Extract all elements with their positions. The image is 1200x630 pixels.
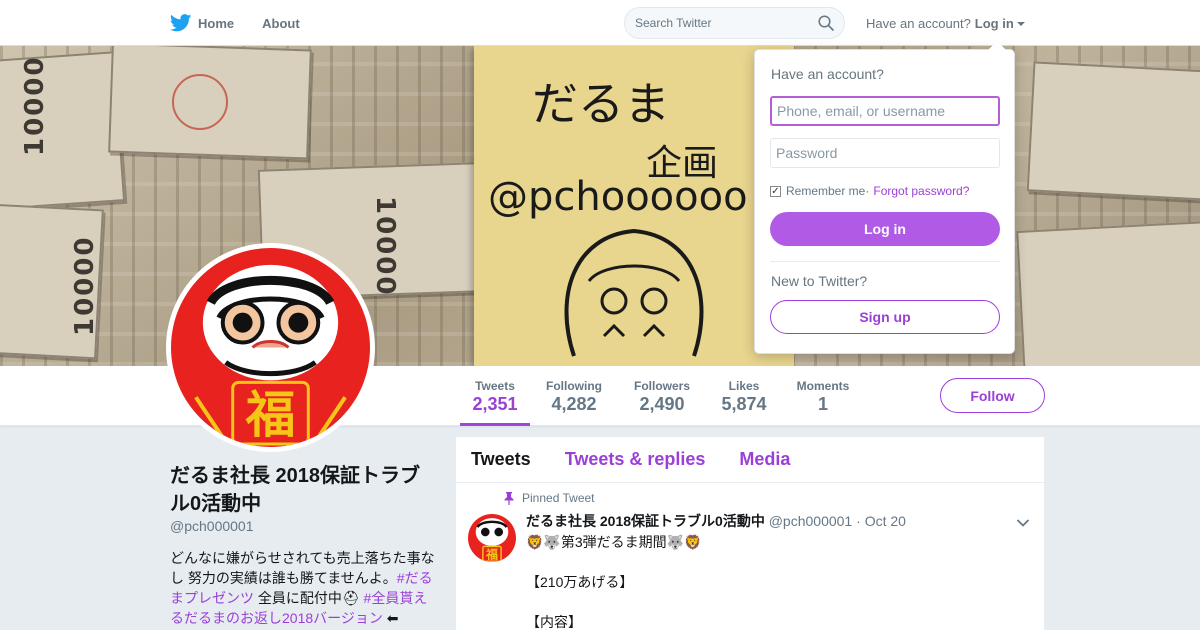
banknote-image [0,51,126,211]
stat-value: 2,490 [639,394,685,414]
stat-value: 2,351 [472,394,518,414]
remember-label[interactable]: Remember me [786,184,865,198]
stat-value: 4,282 [551,394,597,414]
bio-text: 全員に配付中 [254,590,342,606]
banknote-number: 10000 [20,55,50,156]
nav-about-label: About [262,15,300,31]
stat-label: Following [546,379,602,393]
nav-left: Home About [170,0,328,46]
svg-text:福: 福 [485,546,498,561]
pinned-label: Pinned Tweet [504,491,595,505]
bio-text: ⬅ [382,610,399,626]
red-seal-stamp [172,74,228,130]
top-nav-bar: Home About Have an account? Log in [0,0,1200,46]
banknote-number: 10000 [70,235,100,336]
have-account-text: Have an account? [866,15,971,31]
stat-label: Followers [633,379,690,393]
stat-value: 1 [817,394,828,414]
profile-handle[interactable]: @pch000001 [170,518,254,534]
stat-label: Tweets [475,379,515,393]
stat-likes[interactable]: Likes 5,874 [714,366,774,426]
banknote-number: 10000 [370,196,400,297]
tab-media[interactable]: Media [739,449,790,470]
pin-icon [504,491,514,505]
tab-tweets-replies[interactable]: Tweets & replies [565,449,706,470]
handwritten-note: だるま 企画 @pchoooooo [474,46,794,366]
signup-button[interactable]: Sign up [770,300,1000,334]
timeline-tabs: Tweets Tweets & replies Media [456,437,1044,483]
stat-moments[interactable]: Moments 1 [792,366,854,426]
forgot-password-link[interactable]: Forgot password? [873,184,969,198]
divider [770,261,1000,262]
stat-following[interactable]: Following 4,282 [540,366,608,426]
tweet-text: 🦁🐺第3弾だるま期間🐺🦁 【210万あげる】 【内容】 [526,534,702,630]
profile-avatar[interactable]: 福 [166,243,375,452]
svg-text:福: 福 [245,386,296,444]
search-icon[interactable] [818,15,834,31]
login-dropdown-toggle[interactable]: Have an account? Log in [866,0,1025,46]
stat-label: Moments [796,379,850,393]
helmet-emoji: ⛑ [341,590,360,606]
pinned-text: Pinned Tweet [522,491,595,505]
banknote-image [1016,221,1200,366]
tweet-handle[interactable]: @pch000001 [769,513,853,529]
nav-home-link[interactable]: Home [170,14,234,32]
banknote-image [1026,61,1200,201]
remember-checkbox[interactable]: ✓ [770,185,781,197]
remember-row: ✓ Remember me · Forgot password? [770,184,969,198]
chevron-down-icon[interactable] [1016,515,1030,533]
login-button[interactable]: Log in [770,212,1000,246]
username-field[interactable] [770,96,1000,126]
twitter-bird-icon [170,14,192,32]
caret-down-icon [1016,22,1025,26]
tweet-date[interactable]: Oct 20 [865,513,906,529]
login-dropdown: Have an account? ✓ Remember me · Forgot … [754,41,1015,354]
tweet-header: だるま社長 2018保証トラブル0活動中 @pch000001 · Oct 20 [526,511,906,531]
timeline: Tweets Tweets & replies Media Pinned Twe… [456,437,1044,630]
login-link[interactable]: Log in [975,16,1014,31]
stat-followers[interactable]: Followers 2,490 [628,366,696,426]
stat-label: Likes [728,379,760,393]
profile-name[interactable]: だるま社長 2018保証トラブル0活動中 [170,462,432,518]
password-field[interactable] [770,138,1000,168]
nav-home-label: Home [198,15,235,31]
tweet-avatar[interactable]: 福 [468,514,516,562]
tab-tweets[interactable]: Tweets [471,449,531,470]
follow-button[interactable]: Follow [940,378,1045,413]
search-input[interactable] [635,16,818,30]
tweet-fullname[interactable]: だるま社長 2018保証トラブル0活動中 [526,513,765,529]
note-text-daruma: だるま [532,77,670,131]
daruma-doodle [564,228,704,357]
separator-dot: · [865,184,870,198]
profile-bio: どんなに嫌がらせされても売上落ちた事なし 努力の実績は誰も勝てませんよ。#だるま… [170,548,435,628]
dropdown-title: Have an account? [771,66,884,82]
new-to-twitter-text: New to Twitter? [771,273,868,289]
stat-value: 5,874 [721,394,767,414]
stat-tweets[interactable]: Tweets 2,351 [460,366,530,426]
search-box[interactable] [624,7,845,39]
bio-text: どんなに嫌がらせされても売上落ちた事なし 努力の実績は誰も勝てませんよ。 [170,550,435,586]
daruma-avatar-image: 福 [171,248,370,447]
tweet-separator: · [852,513,865,529]
nav-about-link[interactable]: About [262,16,300,31]
